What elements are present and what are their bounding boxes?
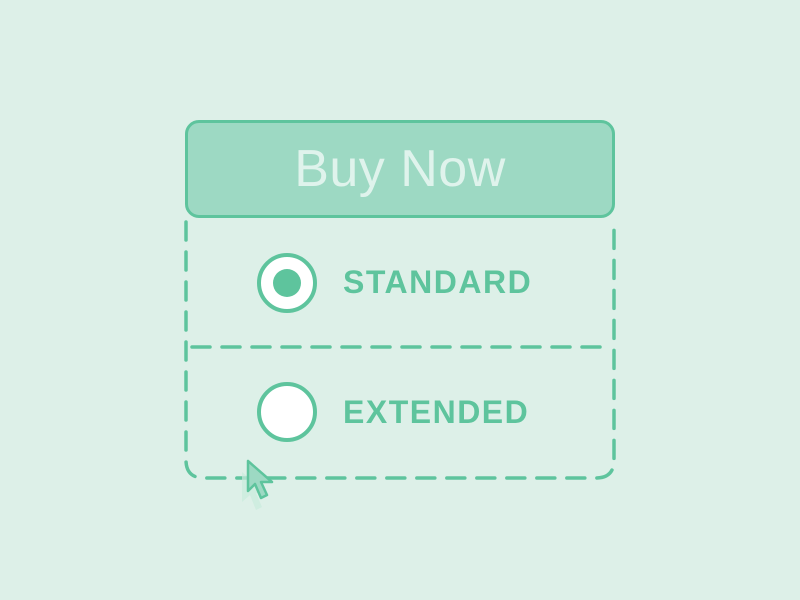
extended-radio[interactable] [257,382,317,442]
purchase-widget: Buy Now STANDARD EXTENDED [0,0,800,600]
buy-now-label: Buy Now [294,140,506,198]
option-extended[interactable]: EXTENDED [190,349,610,475]
radio-selected-dot [273,268,301,297]
buy-now-button[interactable]: Buy Now [185,120,615,218]
mouse-pointer-icon [242,459,274,510]
standard-label: STANDARD [343,264,533,300]
extended-label: EXTENDED [343,393,530,430]
standard-radio[interactable] [257,252,317,313]
option-standard[interactable]: STANDARD [190,218,610,347]
